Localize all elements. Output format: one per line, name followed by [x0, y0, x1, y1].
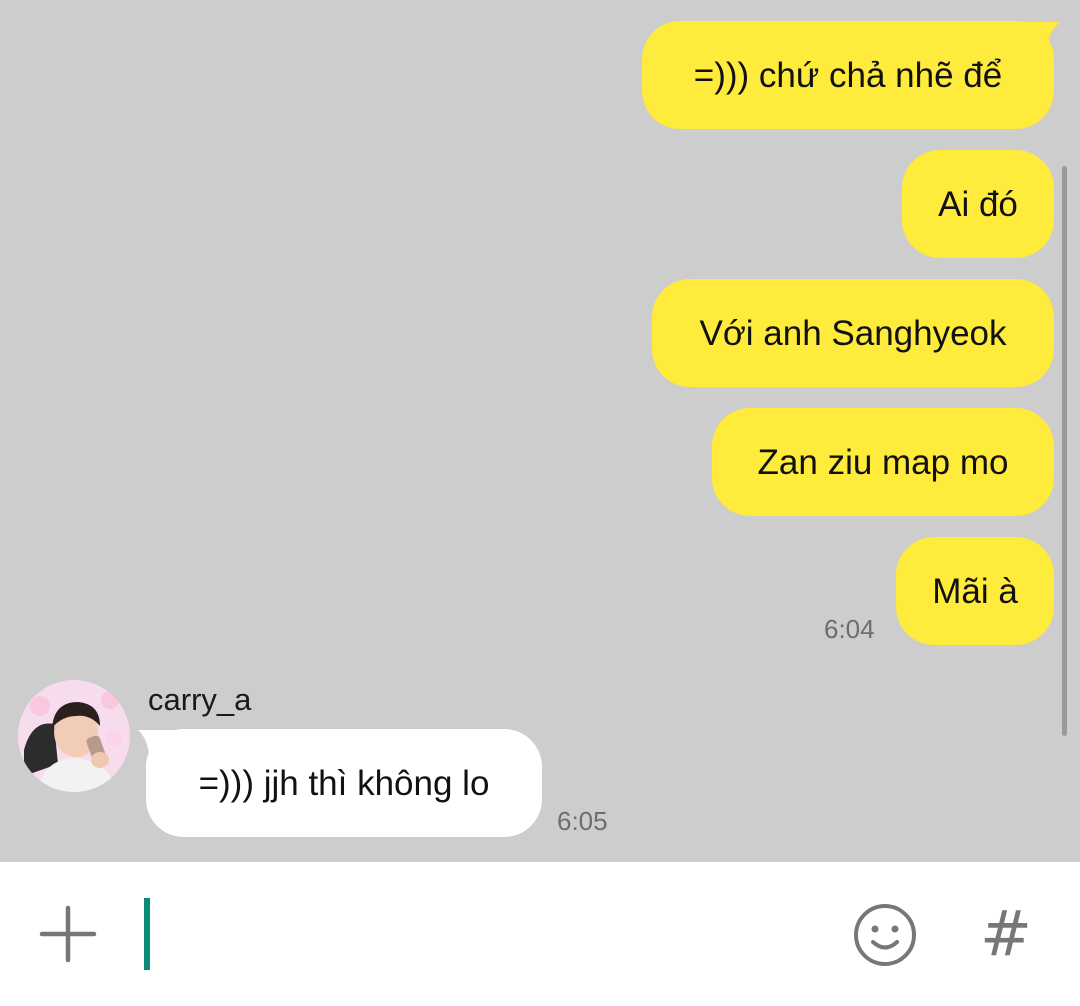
outgoing-message[interactable]: Với anh Sanghyeok	[652, 279, 1054, 387]
scrollbar[interactable]	[1062, 166, 1067, 736]
message-text: Zan ziu map mo	[757, 442, 1009, 482]
message-text: =))) chứ chả nhẽ để	[693, 55, 1003, 95]
message-composer: #	[0, 862, 1080, 1006]
message-text: Ai đó	[938, 184, 1018, 224]
outgoing-message[interactable]: =))) chứ chả nhẽ để	[642, 21, 1054, 129]
outgoing-message[interactable]: Mãi à	[896, 537, 1054, 645]
message-timestamp: 6:05	[557, 806, 608, 836]
profile-photo	[18, 680, 130, 792]
chat-area[interactable]: =))) chứ chả nhẽ để Ai đó Với anh Sanghy…	[0, 0, 1080, 862]
incoming-message[interactable]: =))) jjh thì không lo	[146, 729, 542, 837]
plus-icon[interactable]	[38, 904, 98, 964]
text-cursor	[144, 898, 150, 970]
message-input[interactable]	[156, 898, 820, 972]
message-timestamp: 6:04	[824, 614, 875, 644]
message-text: Với anh Sanghyeok	[699, 313, 1007, 353]
smiley-icon[interactable]	[852, 902, 918, 968]
message-text: =))) jjh thì không lo	[198, 763, 490, 803]
avatar[interactable]	[18, 680, 130, 792]
outgoing-message[interactable]: Zan ziu map mo	[712, 408, 1054, 516]
sender-name[interactable]: carry_a	[148, 682, 251, 718]
hashtag-icon[interactable]: #	[976, 900, 1036, 968]
message-text: Mãi à	[932, 571, 1018, 611]
outgoing-message[interactable]: Ai đó	[902, 150, 1054, 258]
